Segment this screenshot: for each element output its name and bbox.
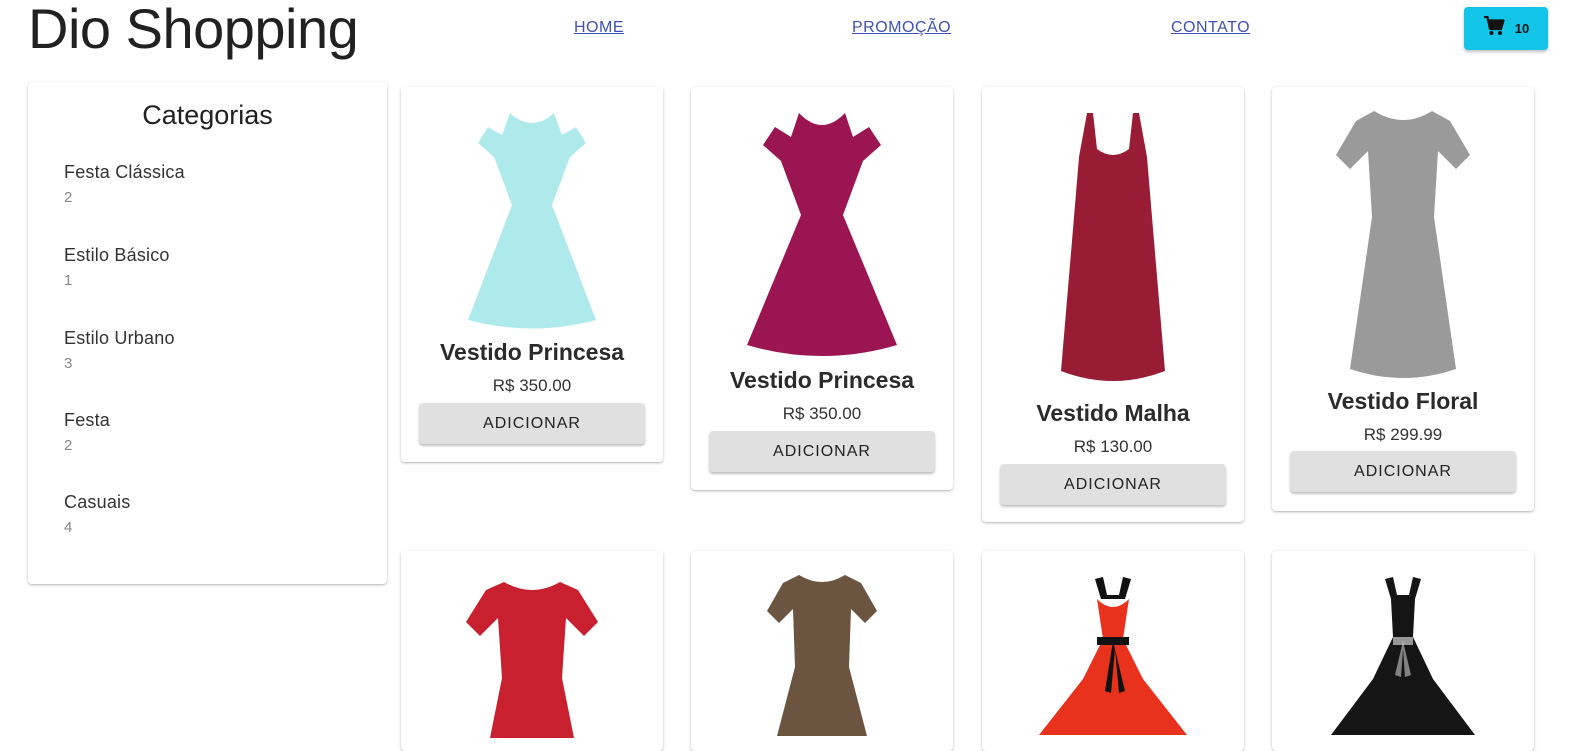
category-name: Festa xyxy=(64,410,111,430)
category-item[interactable]: Festa Clássica 2 xyxy=(64,162,185,206)
product-name: Vestido Malha xyxy=(1036,400,1190,426)
category-count: 1 xyxy=(64,272,73,289)
nav-home-link[interactable]: HOME xyxy=(574,19,624,37)
product-price: R$ 299.99 xyxy=(1363,425,1443,444)
categories-panel: Categorias Festa Clássica 2 Estilo Básic… xyxy=(28,82,387,584)
category-name: Estilo Básico xyxy=(64,245,170,265)
category-count: 2 xyxy=(64,437,73,454)
category-name: Estilo Urbano xyxy=(64,328,175,348)
category-count: 2 xyxy=(64,189,73,206)
add-to-cart-button[interactable]: ADICIONAR xyxy=(419,403,645,444)
dress-image xyxy=(1061,113,1165,381)
product-card xyxy=(982,551,1244,751)
product-card xyxy=(401,551,663,751)
category-name: Festa Clássica xyxy=(64,162,185,182)
category-item[interactable]: Festa 2 xyxy=(64,410,110,454)
dress-image xyxy=(1331,577,1475,735)
dress-image xyxy=(747,113,897,356)
categories-title: Categorias xyxy=(142,100,273,130)
product-name: Vestido Princesa xyxy=(439,339,625,365)
dress-image xyxy=(767,575,877,736)
product-card: Vestido Floral R$ 299.99 ADICIONAR xyxy=(1272,87,1534,511)
product-price: R$ 350.00 xyxy=(492,376,572,395)
category-name: Casuais xyxy=(64,492,131,512)
category-count: 3 xyxy=(64,355,73,372)
add-to-cart-button[interactable]: ADICIONAR xyxy=(1290,451,1516,492)
nav-contato-link[interactable]: CONTATO xyxy=(1171,19,1250,37)
product-name: Vestido Princesa xyxy=(729,367,915,393)
category-item[interactable]: Casuais 4 xyxy=(64,492,130,536)
product-card: Vestido Princesa R$ 350.00 ADICIONAR xyxy=(401,87,663,462)
dress-image xyxy=(1336,111,1470,378)
cart-button[interactable]: 10 xyxy=(1464,7,1548,50)
dress-image xyxy=(468,113,596,329)
product-price: R$ 130.00 xyxy=(1073,437,1153,456)
cart-count-badge: 10 xyxy=(1514,21,1530,36)
brand-title: Dio Shopping xyxy=(28,0,359,60)
category-item[interactable]: Estilo Básico 1 xyxy=(64,245,170,289)
shopping-cart-icon xyxy=(1483,15,1505,41)
dress-image xyxy=(1039,577,1187,735)
product-name: Vestido Floral xyxy=(1327,388,1479,414)
add-to-cart-button[interactable]: ADICIONAR xyxy=(709,431,935,472)
nav-promocao-link[interactable]: PROMOÇÃO xyxy=(852,19,951,37)
product-price: R$ 350.00 xyxy=(782,404,862,423)
category-count: 4 xyxy=(64,519,73,536)
category-item[interactable]: Estilo Urbano 3 xyxy=(64,328,175,372)
product-card: Vestido Princesa R$ 350.00 ADICIONAR xyxy=(691,87,953,490)
dress-image xyxy=(466,582,598,738)
product-card xyxy=(1272,551,1534,751)
add-to-cart-button[interactable]: ADICIONAR xyxy=(1000,464,1226,505)
product-card xyxy=(691,551,953,751)
product-card: Vestido Malha R$ 130.00 ADICIONAR xyxy=(982,87,1244,522)
